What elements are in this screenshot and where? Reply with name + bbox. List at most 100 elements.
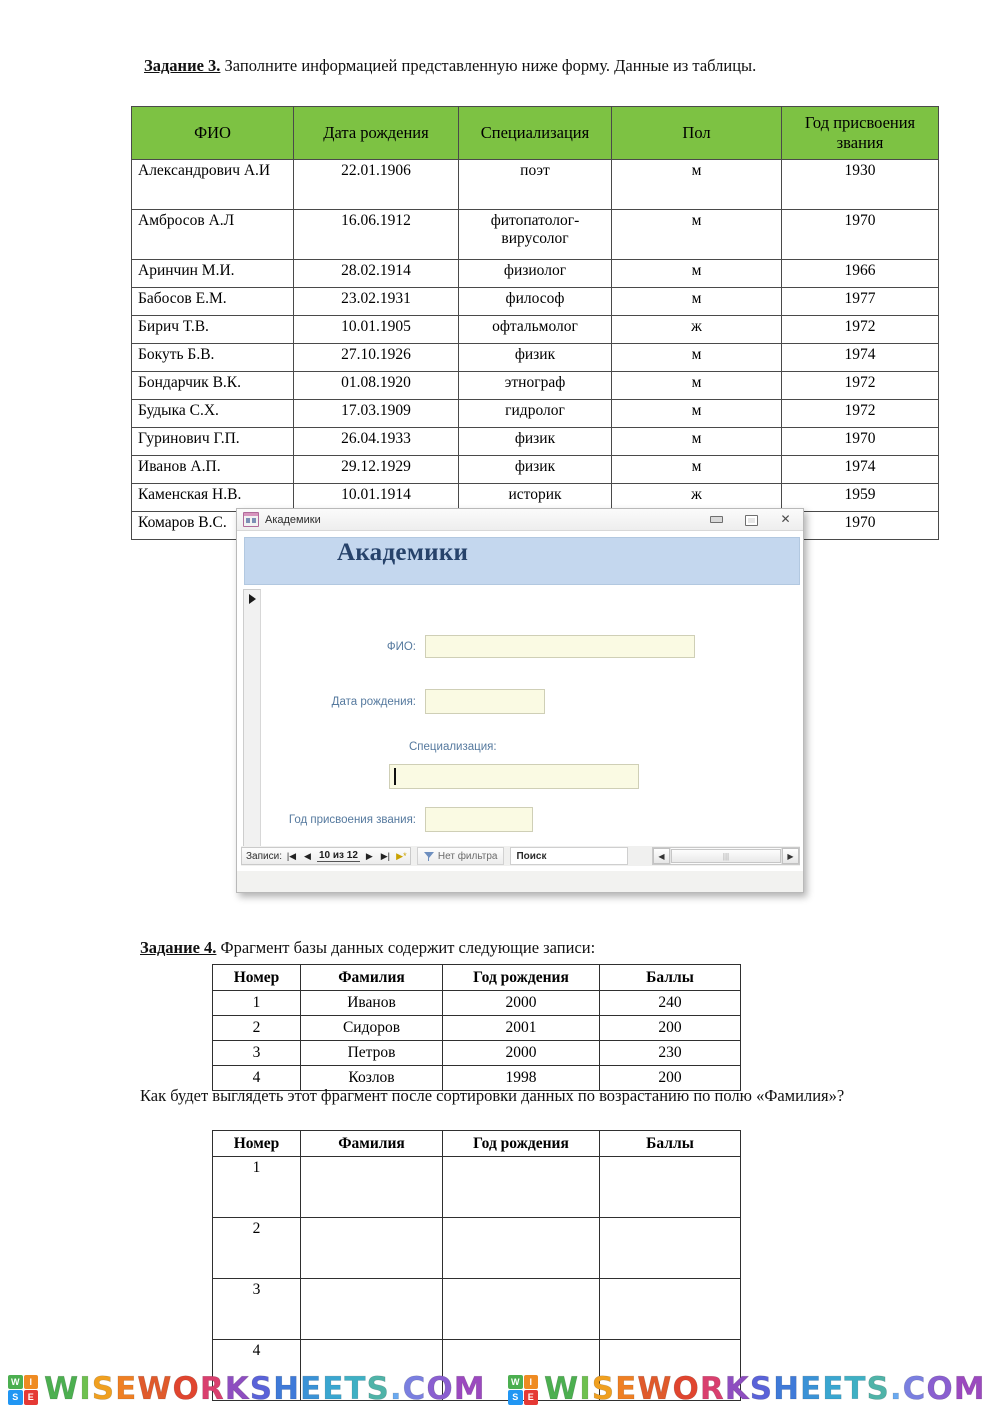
logo-letter-s: S — [8, 1390, 23, 1405]
answer-col-points: Баллы — [599, 1130, 741, 1157]
previous-record-button[interactable]: ◀ — [301, 849, 314, 864]
fio-input[interactable] — [425, 635, 695, 658]
record-nav-group[interactable]: Записи: |◀ ◀ 10 из 12 ▶ ▶| ▶* — [241, 847, 411, 865]
academics-col-dob: Дата рождения — [293, 106, 459, 160]
scroll-left-button[interactable]: ◀ — [653, 848, 670, 864]
cell-number: 3 — [212, 1040, 301, 1066]
cell-sex: м — [611, 159, 782, 210]
cell-sex: м — [611, 399, 782, 428]
fragment-header-row: Номер Фамилия Год рождения Баллы — [212, 964, 741, 991]
minimize-icon[interactable] — [708, 513, 723, 526]
record-counter[interactable]: 10 из 12 — [316, 850, 360, 862]
answer-cell-points[interactable] — [599, 1217, 741, 1279]
table-row: Амбросов А.Л 16.06.1912 фитопатолог-виру… — [131, 209, 939, 260]
watermark-text: WISEWORKSHEETS.COM — [544, 1371, 986, 1407]
last-record-button[interactable]: ▶| — [379, 849, 392, 864]
window-controls[interactable]: ✕ — [708, 513, 799, 526]
answer-cell-surname[interactable] — [300, 1217, 443, 1279]
table-row: 3 Петров 2000 230 — [212, 1040, 741, 1066]
cell-year: 1966 — [781, 259, 939, 288]
form-header-title: Академики — [337, 539, 469, 566]
answer-cell-birthyear[interactable] — [442, 1217, 600, 1279]
watermark-right: W I S E WISEWORKSHEETS.COM — [508, 1371, 986, 1407]
cell-fio: Аринчин М.И. — [131, 259, 294, 288]
filter-status-button[interactable]: Нет фильтра — [416, 847, 505, 865]
cell-dob: 16.06.1912 — [293, 209, 459, 260]
form-body: Академики ФИО: Дата рождения: Специализа… — [237, 531, 803, 871]
table-row: 3 — [212, 1278, 741, 1340]
scrollbar-track[interactable]: ||| — [670, 848, 782, 864]
fragment-col-birthyear: Год рождения — [442, 964, 600, 991]
spec-input[interactable] — [389, 764, 639, 789]
horizontal-scrollbar[interactable]: ◀ ||| ▶ — [652, 847, 800, 865]
table-row: 2 Сидоров 2001 200 — [212, 1015, 741, 1041]
cell-number: 3 — [212, 1278, 301, 1340]
fragment-col-number: Номер — [212, 964, 301, 991]
cell-year: 1974 — [781, 455, 939, 484]
answer-header-row: Номер Фамилия Год рождения Баллы — [212, 1130, 741, 1157]
restore-icon[interactable] — [743, 513, 758, 526]
answer-col-birthyear: Год рождения — [442, 1130, 600, 1157]
cell-dob: 10.01.1905 — [293, 315, 459, 344]
answer-cell-birthyear[interactable] — [442, 1156, 600, 1218]
record-selector[interactable] — [243, 589, 261, 854]
wiseworksheets-logo-icon: W I S E — [8, 1374, 38, 1405]
cell-fio: Амбросов А.Л — [131, 209, 294, 260]
field-spec-label: Специализация: — [409, 741, 497, 753]
record-navigation-bar[interactable]: Записи: |◀ ◀ 10 из 12 ▶ ▶| ▶* Нет фильтр… — [241, 846, 800, 866]
fragment-col-surname: Фамилия — [300, 964, 443, 991]
task4-text: Фрагмент базы данных содержит следующие … — [216, 938, 596, 957]
answer-col-number: Номер — [212, 1130, 301, 1157]
academics-col-sex: Пол — [611, 106, 782, 160]
cell-fio: Александрович А.И — [131, 159, 294, 210]
window-titlebar[interactable]: Академики ✕ — [237, 509, 803, 531]
answer-table[interactable]: Номер Фамилия Год рождения Баллы 1 2 3 4 — [212, 1130, 741, 1401]
field-fio: ФИО: — [261, 635, 695, 658]
first-record-button[interactable]: |◀ — [285, 849, 298, 864]
watermark-text: WISEWORKSHEETS.COM — [44, 1371, 486, 1407]
cell-number: 2 — [212, 1217, 301, 1279]
cell-birthyear: 2000 — [442, 990, 600, 1016]
cell-year: 1977 — [781, 287, 939, 316]
cell-dob: 29.12.1929 — [293, 455, 459, 484]
cell-year: 1974 — [781, 343, 939, 372]
year-input[interactable] — [425, 807, 533, 832]
field-fio-label: ФИО: — [386, 640, 416, 653]
cell-surname: Иванов — [300, 990, 443, 1016]
logo-letter-w: W — [508, 1374, 523, 1389]
answer-cell-points[interactable] — [599, 1156, 741, 1218]
answer-cell-surname[interactable] — [300, 1156, 443, 1218]
cell-sex: ж — [611, 315, 782, 344]
cell-spec: этнограф — [458, 371, 612, 400]
task4-heading: Задание 4. Фрагмент базы данных содержит… — [140, 938, 900, 959]
table-row: Александрович А.И 22.01.1906 поэт м 1930 — [131, 159, 939, 210]
logo-letter-s: S — [508, 1390, 523, 1405]
cell-spec: философ — [458, 287, 612, 316]
dob-input[interactable] — [425, 689, 545, 714]
field-year-label: Год присвоения звания: — [288, 813, 416, 826]
logo-letter-e: E — [23, 1390, 38, 1405]
new-record-button[interactable]: ▶* — [395, 849, 408, 864]
fragment-table: Номер Фамилия Год рождения Баллы 1 Ивано… — [212, 964, 741, 1091]
scroll-right-button[interactable]: ▶ — [782, 848, 799, 864]
cell-fio: Гуринович Г.П. — [131, 427, 294, 456]
access-form-window[interactable]: Академики ✕ Академики ФИО: Дата рождения… — [236, 508, 804, 893]
answer-cell-points[interactable] — [599, 1278, 741, 1340]
cell-year: 1970 — [781, 511, 939, 540]
cell-sex: м — [611, 209, 782, 260]
answer-cell-birthyear[interactable] — [442, 1278, 600, 1340]
answer-cell-surname[interactable] — [300, 1278, 443, 1340]
cell-spec: поэт — [458, 159, 612, 210]
table-row: Бабосов Е.М. 23.02.1931 философ м 1977 — [131, 287, 939, 316]
cell-dob: 26.04.1933 — [293, 427, 459, 456]
table-row: Иванов А.П. 29.12.1929 физик м 1974 — [131, 455, 939, 484]
task3-heading: Задание 3. Заполните информацией предста… — [144, 56, 944, 77]
close-icon[interactable]: ✕ — [778, 513, 793, 526]
cell-number: 1 — [212, 990, 301, 1016]
search-input[interactable]: Поиск — [510, 847, 629, 865]
cell-fio: Бокуть Б.В. — [131, 343, 294, 372]
answer-col-surname: Фамилия — [300, 1130, 443, 1157]
next-record-button[interactable]: ▶ — [363, 849, 376, 864]
scrollbar-thumb[interactable]: ||| — [671, 849, 781, 863]
table-row: Аринчин М.И. 28.02.1914 физиолог м 1966 — [131, 259, 939, 288]
